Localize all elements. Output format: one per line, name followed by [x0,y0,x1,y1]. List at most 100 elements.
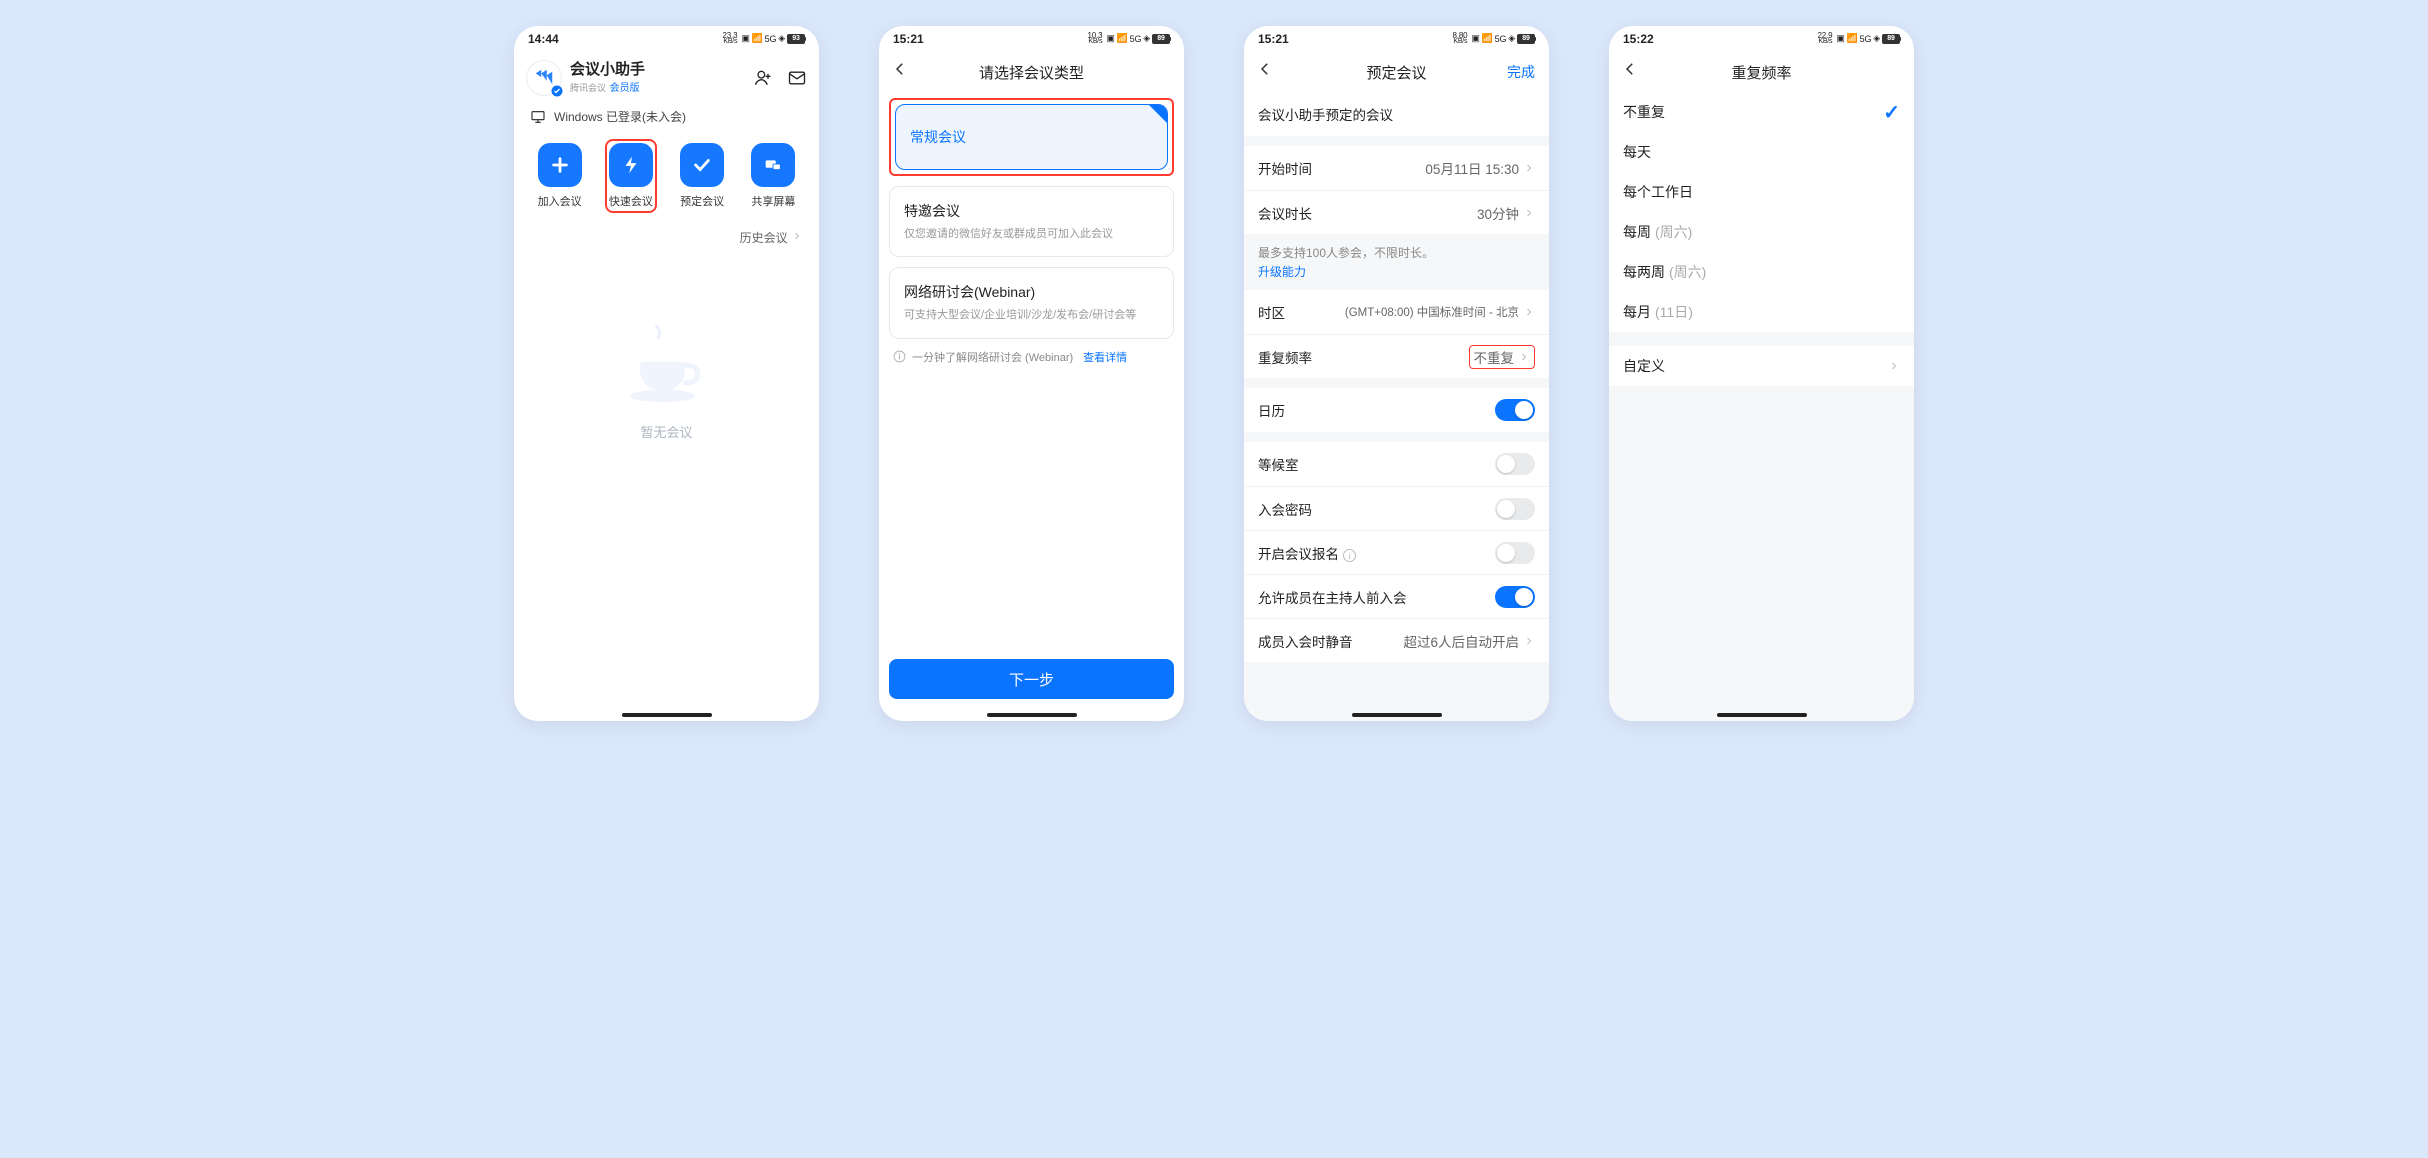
back-button[interactable] [891,60,909,82]
invite-user-icon[interactable] [753,68,773,88]
chevron-left-icon [891,60,909,78]
chevron-right-icon [1523,306,1535,318]
next-button[interactable]: 下一步 [889,659,1174,699]
status-bar: 15:21 10.3KB/s▣📶5G◈89 [879,26,1184,52]
quick-actions: 加入会议 快速会议 预定会议 共享屏幕 [514,133,819,223]
lightning-icon [620,154,642,176]
info-icon[interactable]: i [1343,549,1356,562]
member-badge: 会员版 [610,83,640,94]
calendar-toggle[interactable] [1495,399,1535,421]
page-title: 请选择会议类型 [979,62,1084,83]
waiting-room-row: 等候室 [1244,442,1549,486]
signup-row: 开启会议报名i [1244,530,1549,574]
upgrade-link[interactable]: 升级能力 [1258,263,1535,280]
repeat-option-custom[interactable]: 自定义 [1609,346,1914,386]
option-webinar[interactable]: 网络研讨会(Webinar) 可支持大型会议/企业培训/沙龙/发布会/研讨会等 [889,267,1174,338]
quick-meeting-button[interactable]: 快速会议 [607,141,655,211]
checkmark-icon: ✓ [1883,100,1900,125]
brand-label: 腾讯会议 [570,83,606,93]
mail-icon[interactable] [787,68,807,88]
status-right: 23.3KB/s ▣ 📶 5G ◈ 93 [723,32,805,45]
chevron-right-icon [1523,635,1535,647]
repeat-option-daily[interactable]: 每天 [1609,132,1914,172]
status-bar: 15:21 8.80KB/s▣📶5G◈89 [1244,26,1549,52]
coffee-cup-icon [622,322,712,412]
chevron-right-icon [1518,351,1530,363]
waiting-room-toggle[interactable] [1495,453,1535,475]
meeting-type-list: 常规会议 特邀会议 仅您邀请的微信好友或群成员可加入此会议 网络研讨会(Webi… [879,92,1184,365]
chevron-left-icon [1621,60,1639,78]
clock: 14:44 [528,32,559,46]
screen-home: 14:44 23.3KB/s ▣ 📶 5G ◈ 93 会议小助手 腾讯会议 会员… [514,26,819,721]
option-regular-meeting[interactable]: 常规会议 [895,104,1168,170]
screen-select-type: 15:21 10.3KB/s▣📶5G◈89 请选择会议类型 常规会议 特邀会议 … [879,26,1184,721]
repeat-row[interactable]: 重复频率 不重复 [1244,334,1549,378]
status-bar: 14:44 23.3KB/s ▣ 📶 5G ◈ 93 [514,26,819,52]
capacity-note: 最多支持100人参会，不限时长。 升级能力 [1244,234,1549,290]
highlight-box: 常规会议 [889,98,1174,176]
password-toggle[interactable] [1495,498,1535,520]
option-invite-meeting[interactable]: 特邀会议 仅您邀请的微信好友或群成员可加入此会议 [889,186,1174,257]
timezone-row[interactable]: 时区 (GMT+08:00) 中国标准时间 - 北京 [1244,290,1549,334]
monitor-icon [530,109,546,125]
meeting-name-field[interactable]: 会议小助手预定的会议 [1244,92,1549,136]
signal-icon: 📶 [752,33,763,44]
chevron-left-icon [1256,60,1274,78]
clock: 15:21 [1258,32,1289,46]
meeting-history-link[interactable]: 历史会议 [514,223,819,252]
navbar: 请选择会议类型 [879,52,1184,92]
login-status-row[interactable]: Windows 已登录(未入会) [514,104,819,133]
back-button[interactable] [1621,60,1639,82]
repeat-option-biweekly[interactable]: 每两周(周六) [1609,252,1914,292]
screen-schedule-form: 15:21 8.80KB/s▣📶5G◈89 预定会议 完成 会议小助手预定的会议… [1244,26,1549,721]
mute-on-entry-row[interactable]: 成员入会时静音 超过6人后自动开启 [1244,618,1549,662]
battery-icon: 93 [787,34,805,44]
screen-repeat-frequency: 15:22 22.9KB/s▣📶5G◈89 重复频率 不重复 ✓ 每天 每个工作… [1609,26,1914,721]
join-before-host-toggle[interactable] [1495,586,1535,608]
clock: 15:21 [893,32,924,46]
info-icon [893,350,906,363]
app-logo [526,60,562,96]
learn-more-link[interactable]: 查看详情 [1083,349,1127,365]
chevron-right-icon [1888,360,1900,372]
join-before-host-row: 允许成员在主持人前入会 [1244,574,1549,618]
navbar: 预定会议 完成 [1244,52,1549,92]
app-title: 会议小助手 [570,62,645,79]
join-meeting-button[interactable]: 加入会议 [536,141,584,211]
network-5g-icon: 5G [765,34,777,44]
screens-icon [762,154,784,176]
home-handle[interactable] [987,713,1077,717]
verified-icon [551,85,563,97]
repeat-option-weekday[interactable]: 每个工作日 [1609,172,1914,212]
chevron-right-icon [1523,207,1535,219]
start-time-row[interactable]: 开始时间 05月11日 15:30 [1244,146,1549,190]
clock: 15:22 [1623,32,1654,46]
hd-icon: ▣ [741,33,749,44]
signup-toggle[interactable] [1495,542,1535,564]
repeat-option-monthly[interactable]: 每月(11日) [1609,292,1914,332]
share-screen-button[interactable]: 共享屏幕 [749,141,797,211]
page-title: 预定会议 [1366,62,1426,83]
password-row: 入会密码 [1244,486,1549,530]
page-title: 重复频率 [1731,62,1791,83]
schedule-meeting-button[interactable]: 预定会议 [678,141,726,211]
back-button[interactable] [1256,60,1274,82]
navbar: 重复频率 [1609,52,1914,92]
chevron-right-icon [1523,162,1535,174]
home-handle[interactable] [1717,713,1807,717]
home-handle[interactable] [622,713,712,717]
plus-icon [549,154,571,176]
done-button[interactable]: 完成 [1507,62,1535,82]
calendar-toggle-row: 日历 [1244,388,1549,432]
app-header: 会议小助手 腾讯会议 会员版 [514,52,819,104]
wifi-icon: ◈ [778,33,785,44]
chevron-right-icon [791,230,803,242]
home-handle[interactable] [1352,713,1442,717]
webinar-info: 一分钟了解网络研讨会 (Webinar) 查看详情 [889,349,1174,365]
status-bar: 15:22 22.9KB/s▣📶5G◈89 [1609,26,1914,52]
repeat-option-none[interactable]: 不重复 ✓ [1609,92,1914,132]
check-icon [691,154,713,176]
empty-state: 暂无会议 [514,322,819,441]
duration-row[interactable]: 会议时长 30分钟 [1244,190,1549,234]
repeat-option-weekly[interactable]: 每周(周六) [1609,212,1914,252]
